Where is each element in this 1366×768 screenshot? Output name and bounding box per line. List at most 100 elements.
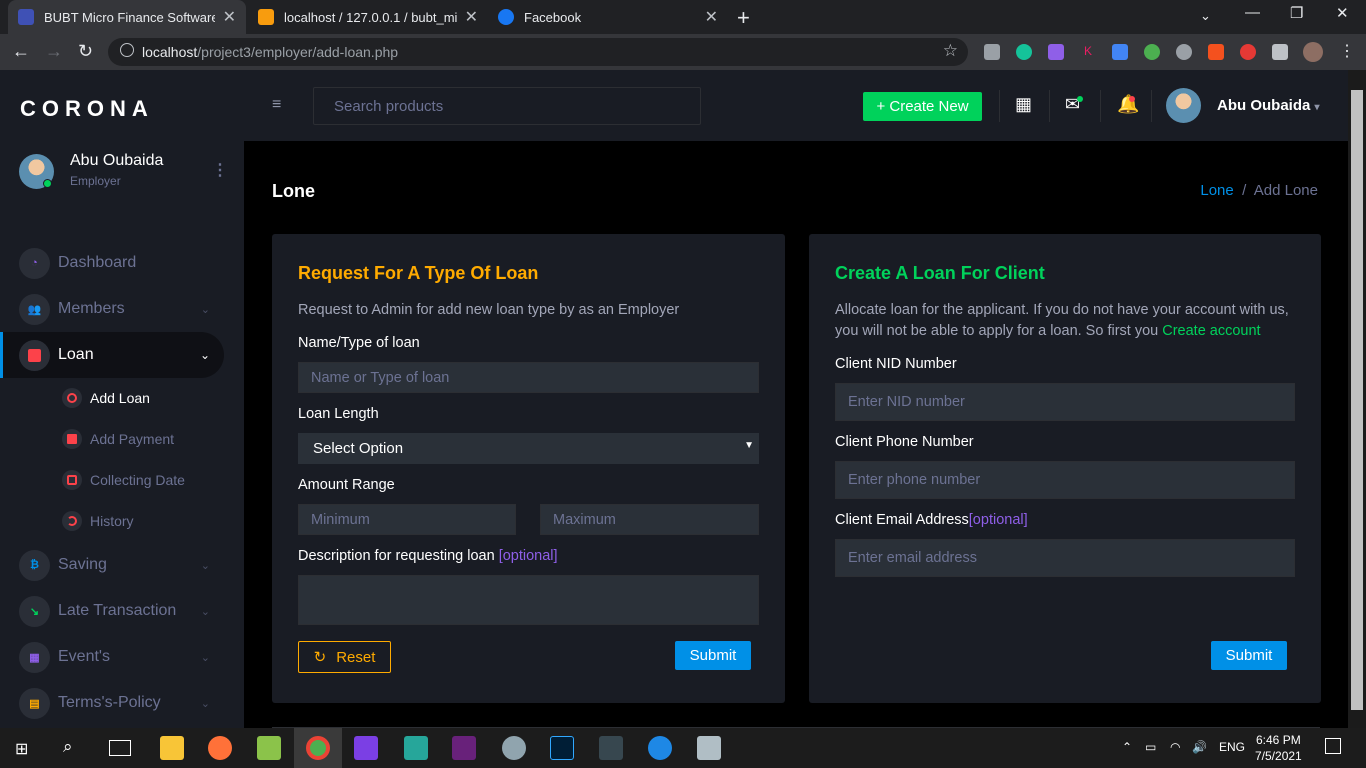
camera-extension-icon[interactable] (984, 44, 1000, 60)
user-avatar[interactable] (1166, 88, 1201, 123)
chrome-menu-icon[interactable]: ⋮ (1339, 41, 1355, 61)
bookmark-star-icon[interactable]: ☆ (943, 41, 958, 61)
page-title: Lone (272, 181, 315, 201)
k-extension-icon[interactable]: K (1080, 44, 1096, 60)
sidebar-item-dashboard[interactable]: ◔ Dashboard (0, 240, 224, 286)
close-tab-icon[interactable]: ✕ (705, 7, 718, 27)
feather-extension-icon[interactable] (1048, 44, 1064, 60)
photoshop-icon[interactable] (550, 736, 574, 760)
loan-name-input[interactable] (298, 362, 759, 393)
extensions-puzzle-icon[interactable] (1272, 44, 1288, 60)
chrome-icon[interactable] (306, 736, 330, 760)
breadcrumb-link[interactable]: Lone (1200, 182, 1233, 199)
close-tab-icon[interactable]: ✕ (465, 7, 478, 27)
new-tab-icon[interactable]: + (737, 5, 750, 31)
browser-tab-facebook[interactable]: Facebook ✕ (488, 0, 728, 34)
sidebar-item-terms-policy[interactable]: ▤ Terms's-Policy ⌄ (0, 680, 224, 726)
profile-menu-icon[interactable]: ⋮ (212, 160, 228, 180)
sidebar-subitem-add-loan[interactable]: Add Loan (62, 386, 150, 410)
phpstorm-icon[interactable] (354, 736, 378, 760)
create-new-button[interactable]: + Create New (863, 92, 982, 121)
wifi-icon[interactable]: ◠ (1170, 740, 1180, 754)
top-navbar: ≡ + Create New ▦ ✉ 🔔 Abu Oubaida ▾ (244, 70, 1348, 141)
forward-icon[interactable]: → (45, 41, 63, 62)
create-account-link[interactable]: Create account (1162, 323, 1260, 339)
minimize-icon[interactable]: — (1245, 4, 1260, 21)
browser-toolbar: ← → ↻ localhost/project3/employer/add-lo… (0, 34, 1366, 70)
sidebar-item-late-transaction[interactable]: ↘ Late Transaction ⌄ (0, 588, 224, 634)
file-explorer-icon[interactable] (160, 736, 184, 760)
notepad-plus-icon[interactable] (257, 736, 281, 760)
request-loan-card: Request For A Type Of Loan Request to Ad… (272, 234, 785, 703)
email-input[interactable] (835, 539, 1295, 577)
history-icon (62, 511, 82, 531)
back-icon[interactable]: ← (12, 41, 30, 62)
sidebar-subitem-add-payment[interactable]: Add Payment (62, 427, 174, 451)
visual-studio-icon[interactable] (452, 736, 476, 760)
volume-icon[interactable]: 🔊 (1192, 740, 1207, 754)
chrome-profile-avatar[interactable] (1303, 42, 1323, 62)
sidebar-item-events[interactable]: ▦ Event's ⌄ (0, 634, 224, 680)
close-tab-icon[interactable]: ✕ (223, 7, 236, 27)
nid-input[interactable] (835, 383, 1295, 421)
amount-max-input[interactable] (540, 504, 759, 535)
ad-extension-icon[interactable] (1208, 44, 1224, 60)
sidebar-subitem-history[interactable]: History (62, 509, 134, 533)
address-bar[interactable]: localhost/project3/employer/add-loan.php… (108, 38, 968, 66)
breadcrumb: Lone / Add Lone (1200, 182, 1318, 199)
breadcrumb-current: Add Lone (1253, 182, 1318, 199)
grammarly-extension-icon[interactable] (1016, 44, 1032, 60)
paint-icon[interactable] (502, 736, 526, 760)
notification-badge-dot (1129, 96, 1135, 102)
task-view-icon[interactable] (109, 740, 131, 756)
url-text: localhost/project3/employer/add-loan.php (142, 44, 399, 60)
network-app-icon[interactable] (697, 736, 721, 760)
loan-length-select[interactable]: Select Option ▼ (298, 433, 759, 464)
card-description: Allocate loan for the applicant. If you … (835, 302, 1289, 339)
tab-search-icon[interactable]: ⌄ (1200, 8, 1211, 24)
brand-logo[interactable]: CORONA (20, 96, 154, 122)
reload-icon[interactable]: ↻ (78, 41, 93, 62)
git-icon[interactable] (599, 736, 623, 760)
search-icon[interactable]: ⌕ (63, 737, 73, 757)
email-label: Client Email Address[optional] (835, 512, 1028, 528)
battery-icon[interactable]: ▭ (1145, 740, 1156, 754)
menu-toggle-icon[interactable]: ≡ (272, 96, 281, 114)
page-scrollbar[interactable] (1348, 70, 1366, 728)
translate-extension-icon[interactable] (1112, 44, 1128, 60)
grid-icon[interactable]: ▦ (1015, 94, 1032, 115)
restore-icon[interactable]: ❐ (1290, 4, 1303, 22)
main-content: Lone Lone / Add Lone Request For A Type … (244, 141, 1348, 728)
firefox-icon[interactable] (208, 736, 232, 760)
client-submit-button[interactable]: Submit (1211, 641, 1287, 670)
sidebar-item-loan[interactable]: Loan ⌄ (0, 332, 224, 378)
sidebar-subitem-collecting-date[interactable]: Collecting Date (62, 468, 185, 492)
browser-tab-bubt[interactable]: BUBT Micro Finance Software ✕ (8, 0, 246, 34)
hand-extension-icon[interactable] (1240, 44, 1256, 60)
close-window-icon[interactable]: ✕ (1336, 4, 1349, 22)
language-indicator[interactable]: ENG (1219, 740, 1245, 754)
reset-button[interactable]: ↻ Reset (298, 641, 391, 673)
request-submit-button[interactable]: Submit (675, 641, 751, 670)
user-menu-name[interactable]: Abu Oubaida ▾ (1217, 97, 1320, 114)
sidebar-item-members[interactable]: 👥 Members ⌄ (0, 286, 224, 332)
site-info-icon[interactable] (120, 43, 134, 57)
sync-app-icon[interactable] (648, 736, 672, 760)
scrollbar-thumb[interactable] (1351, 90, 1363, 710)
notification-center-icon[interactable] (1325, 738, 1341, 754)
globe-extension-icon[interactable] (1144, 44, 1160, 60)
phone-input[interactable] (835, 461, 1295, 499)
sidebar-item-saving[interactable]: ₿ Saving ⌄ (0, 542, 224, 588)
virtualbox-icon[interactable] (404, 736, 428, 760)
system-clock[interactable]: 6:46 PM 7/5/2021 (1255, 732, 1302, 764)
browser-tab-phpmyadmin[interactable]: localhost / 127.0.0.1 / bubt_micro ✕ (248, 0, 488, 34)
description-textarea[interactable] (298, 575, 759, 625)
windows-start-icon[interactable]: ⊞ (15, 739, 28, 759)
amount-min-input[interactable] (298, 504, 516, 535)
search-input[interactable] (313, 87, 701, 125)
divider (1100, 90, 1101, 122)
divider (1049, 90, 1050, 122)
cloud-extension-icon[interactable] (1176, 44, 1192, 60)
show-hidden-icons[interactable]: ⌃ (1122, 740, 1132, 754)
calendar-clock-icon (62, 470, 82, 490)
